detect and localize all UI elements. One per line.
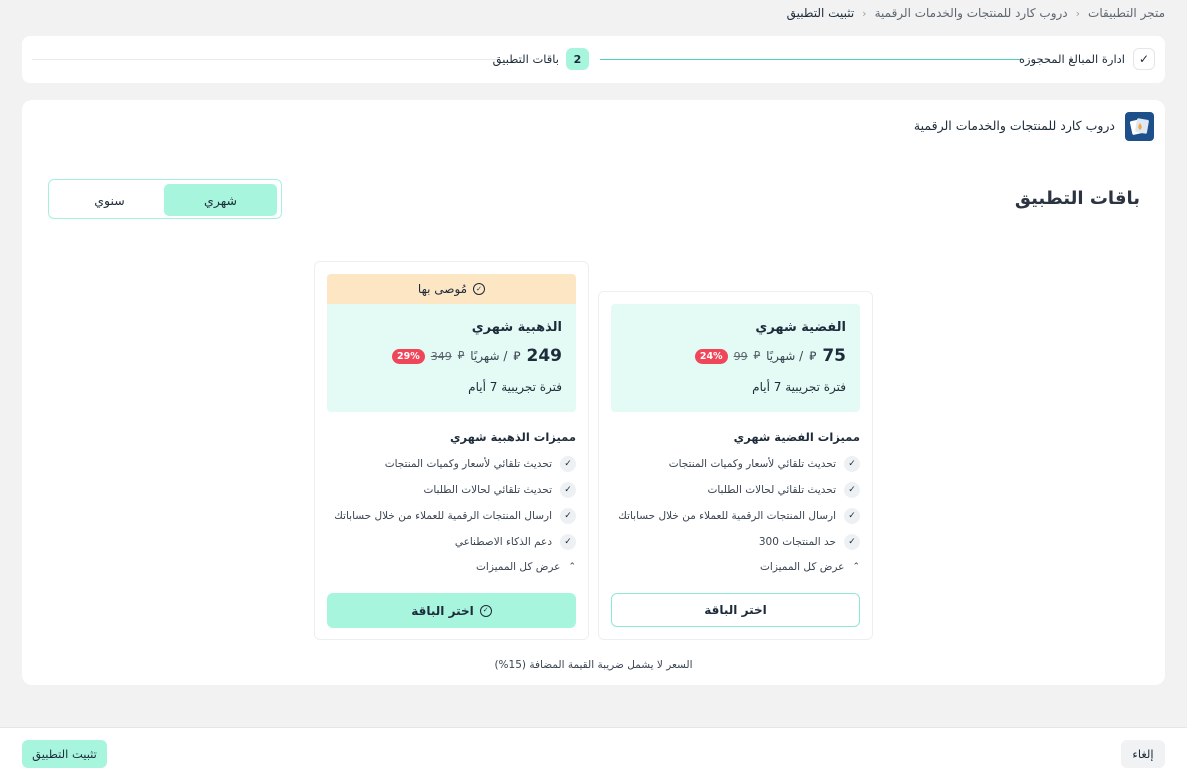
feature-item: ✓ تحديث تلقائي لأسعار وكميات المنتجات [385,456,576,472]
install-app-button[interactable]: تثبيت التطبيق [22,740,107,768]
select-gold-plan-button[interactable]: ✓ اختر الباقة [327,593,576,628]
feature-item: ✓ تحديث تلقائي لأسعار وكميات المنتجات [669,456,860,472]
recommended-banner: ✓ مُوصى بها [327,274,576,304]
plan-price: 75 [822,346,846,366]
stepper: ✓ ادارة المبالغ المحجوزه 2 باقات التطبيق [22,36,1165,83]
features-title: مميزات الفضية شهري [733,430,860,444]
plan-header: الذهبية شهري 249 ⃁ / شهريًا ⃁ 349 29% فت… [327,304,576,412]
select-button-label: اختر الباقة [411,603,474,618]
page-title: باقات التطبيق [1014,188,1140,209]
expand-icon: ⌃ [568,562,576,572]
check-icon: ✓ [560,482,576,498]
riyal-icon: ⃁ [513,348,521,363]
plan-header: الفضية شهري 75 ⃁ / شهريًا ⃁ 99 24% فترة … [611,304,860,412]
plans-panel: دروب كارد للمنتجات والخدمات الرقمية باقا… [22,100,1165,685]
plan-name: الفضية شهري [755,320,846,335]
breadcrumb-item-app-store[interactable]: متجر التطبيقات [1088,6,1165,20]
features-title: مميزات الذهبية شهري [449,430,576,444]
step1-label: ادارة المبالغ المحجوزه [1018,52,1125,66]
show-all-features-link[interactable]: ⌃ عرض كل المميزات [476,561,576,573]
feature-item: ✓ تحديث تلقائي لحالات الطلبات [707,482,860,498]
feature-item: ✓ دعم الذكاء الاصطناعي [455,534,576,550]
step2-number: 2 [566,48,589,70]
app-name: دروب كارد للمنتجات والخدمات الرقمية [913,118,1115,133]
breadcrumb: متجر التطبيقات ‹ دروب كارد للمنتجات والخ… [787,6,1165,20]
show-all-features-link[interactable]: ⌃ عرض كل المميزات [760,561,860,573]
plan-name: الذهبية شهري [471,320,562,335]
discount-badge: 29% [392,348,425,364]
expand-icon: ⌃ [852,562,860,572]
breadcrumb-item-current: تثبيت التطبيق [786,6,855,20]
discount-badge: 24% [694,348,728,364]
price-row: 75 ⃁ / شهريًا ⃁ 99 24% [694,346,846,366]
old-price: 349 [430,349,452,363]
step-connector-pending [32,59,497,60]
trial-period: فترة تجريبية 7 أيام [468,380,562,394]
check-icon: ✓ [560,456,576,472]
feature-item: ✓ حد المنتجات 300 [759,534,860,550]
toggle-monthly[interactable]: شهري [164,184,277,216]
step-completed-check-icon: ✓ [1133,48,1155,70]
plan-card-gold: ✓ مُوصى بها الذهبية شهري 249 ⃁ / شهريًا … [314,261,589,640]
cancel-button[interactable]: إلغاء [1121,740,1165,768]
price-period: / شهريًا [766,349,804,363]
chevron-left-icon: ‹ [862,6,867,20]
check-icon: ✓ [844,534,860,550]
check-icon: ✓ [844,508,860,524]
check-icon: ✓ [844,482,860,498]
select-silver-plan-button[interactable]: اختر الباقة [611,593,860,627]
footer-bar: إلغاء تثبيت التطبيق [0,727,1187,778]
recommended-label: مُوصى بها [417,282,468,296]
price-row: 249 ⃁ / شهريًا ⃁ 349 29% [392,346,562,366]
billing-period-toggle: شهري سنوي [48,179,282,219]
circle-check-icon: ✓ [479,604,492,617]
check-icon: ✓ [560,508,576,524]
plan-card-silver: الفضية شهري 75 ⃁ / شهريًا ⃁ 99 24% فترة … [598,291,873,640]
price-period: / شهريًا [470,349,508,363]
feature-item: ✓ ارسال المنتجات الرقمية للعملاء من خلال… [334,508,576,524]
feature-item: ✓ تحديث تلقائي لحالات الطلبات [423,482,576,498]
step-connector-completed [600,59,1020,60]
trial-period: فترة تجريبية 7 أيام [752,380,846,394]
app-logo-icon [1125,112,1154,141]
riyal-icon: ⃁ [809,348,817,363]
plan-price: 249 [526,346,563,366]
step2-label: باقات التطبيق [492,52,559,66]
vat-note: السعر لا يشمل ضريبة القيمة المضافة (15%) [494,659,693,671]
riyal-icon: ⃁ [753,349,761,362]
circle-check-icon: ✓ [473,283,486,295]
toggle-yearly[interactable]: سنوي [53,184,166,216]
feature-item: ✓ ارسال المنتجات الرقمية للعملاء من خلال… [618,508,860,524]
check-icon: ✓ [844,456,860,472]
riyal-icon: ⃁ [457,349,465,362]
chevron-left-icon: ‹ [1075,6,1081,20]
breadcrumb-item-app[interactable]: دروب كارد للمنتجات والخدمات الرقمية [875,6,1068,20]
old-price: 99 [733,349,748,363]
check-icon: ✓ [560,534,576,550]
